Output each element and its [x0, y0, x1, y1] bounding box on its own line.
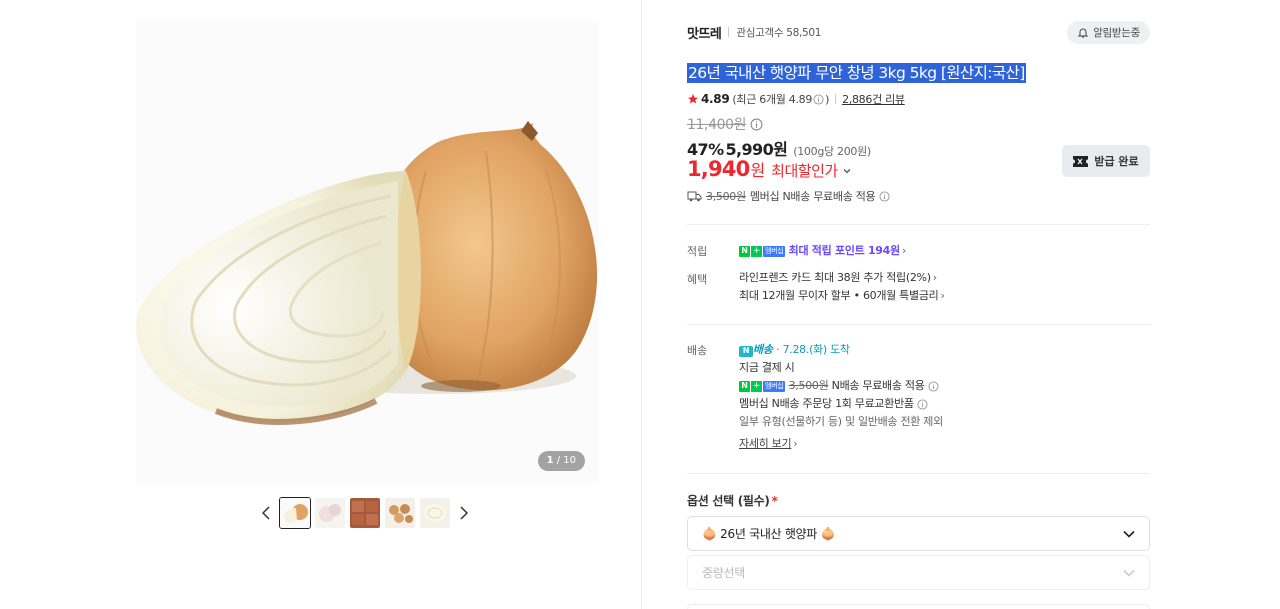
max-discount-won: 원: [750, 161, 766, 180]
chevron-right-icon: [460, 505, 468, 520]
bell-icon: [1077, 28, 1089, 37]
review-count-link[interactable]: 2,886건 리뷰: [842, 91, 905, 107]
shipping-fee-original: 3,500원: [706, 190, 746, 203]
plus-icon: +: [751, 380, 762, 392]
info-icon[interactable]: [813, 93, 824, 105]
column-divider: [641, 0, 642, 609]
next-image-button[interactable]: [454, 497, 474, 529]
separator: [728, 27, 730, 37]
rating-row: 4.89 (최근 6개월 4.89 ) 2,886건 리뷰: [687, 89, 905, 109]
option-select-weight[interactable]: 중량선택: [687, 555, 1150, 590]
delivery-more-row[interactable]: 자세히 보기 ›: [739, 435, 943, 453]
onion-photo: [136, 21, 598, 483]
image-counter: 1 / 10: [537, 451, 585, 471]
max-discount-price: 1,940: [687, 157, 750, 181]
section-divider: [687, 324, 1150, 325]
product-page: 1 / 10 맛뜨레 관심고객수 58,501 알림받는중 26년 국내산 햇양…: [0, 0, 1280, 609]
chevron-left-icon: [262, 505, 270, 520]
delivery-info: N 배송 · 7.28.(화) 도착 지금 결제 시 N + 멤버십 3,500원 N…: [739, 341, 943, 453]
arrival-date: 7.28.(화) 도착: [782, 343, 850, 356]
thumbnail-5[interactable]: [419, 497, 451, 529]
delivery-free-note: N배송 무료배송 적용: [831, 379, 925, 392]
thumbnail-3[interactable]: [349, 497, 381, 529]
n-delivery-icon: N: [739, 345, 753, 357]
n-delivery-badge: N 배송: [739, 343, 776, 357]
coupon-button-label: 받급 완료: [1094, 155, 1139, 168]
notification-toggle-button[interactable]: 알림받는중: [1067, 21, 1150, 44]
info-icon[interactable]: [879, 190, 890, 202]
coupon-download-button[interactable]: 받급 완료: [1062, 145, 1150, 177]
plus-icon: +: [751, 245, 762, 257]
delivery-line1: 지금 결제 시: [739, 361, 795, 374]
option-label: 옵션 선택 (필수) *: [687, 494, 778, 508]
rating-detail-end: ): [825, 92, 830, 106]
thumbnail-4[interactable]: [384, 497, 416, 529]
delivery-arrival-row: N 배송 · 7.28.(화) 도착: [739, 341, 943, 359]
notification-toggle-label: 알림받는중: [1093, 27, 1140, 39]
chevron-right-icon: ›: [901, 244, 906, 257]
delivery-fee-original: 3,500원: [788, 379, 829, 392]
benefit-label: 혜택: [687, 273, 708, 286]
shipping-fee-row: 3,500원 멤버십 N배송 무료배송 적용: [687, 188, 890, 204]
thumbnail-1[interactable]: [279, 496, 311, 529]
chevron-right-icon: ›: [793, 437, 798, 450]
store-name-link[interactable]: 맛뜨레: [687, 23, 722, 42]
delivery-line4: 일부 유형(선물하기 등) 및 일반배송 전환 제외: [739, 415, 943, 428]
main-product-image[interactable]: 1 / 10: [136, 21, 598, 483]
prev-image-button[interactable]: [256, 497, 276, 529]
thumbnail-2[interactable]: [314, 497, 346, 529]
info-icon[interactable]: [917, 398, 928, 410]
membership-tag: 멤버십: [763, 245, 786, 257]
truck-icon: [687, 191, 702, 201]
max-discount-row[interactable]: 1,940 원 최대할인가: [687, 157, 852, 181]
original-price-value: 11,400원: [687, 117, 747, 133]
chevron-right-icon: ›: [940, 289, 945, 302]
option-select-variety[interactable]: 🧅 26년 국내산 햇양파 🧅: [687, 516, 1150, 551]
shipping-note: 멤버십 N배송 무료배송 적용: [749, 190, 876, 203]
naver-n-icon: N: [739, 380, 750, 392]
thumbnail-strip: [256, 496, 474, 529]
chevron-right-icon: ›: [932, 271, 937, 284]
benefit-list: 라인프렌즈 카드 최대 38원 추가 적립(2%) › 최대 12개월 무이자 할…: [739, 269, 945, 305]
delivery-line3: 멤버십 N배송 주문당 1회 무료교환반품: [739, 395, 943, 413]
option-select-value: 🧅 26년 국내산 햇양파 🧅: [702, 527, 836, 541]
info-icon[interactable]: [928, 380, 939, 392]
section-divider: [687, 473, 1150, 474]
benefit-installment-item[interactable]: 최대 12개월 무이자 할부 • 60개월 특별금리 ›: [739, 287, 945, 305]
benefit-card-item[interactable]: 라인프렌즈 카드 최대 38원 추가 적립(2%) ›: [739, 269, 945, 287]
separator: [835, 94, 837, 104]
option-select-placeholder: 중량선택: [702, 566, 745, 580]
naver-membership-badge: N + 멤버십: [739, 245, 786, 257]
info-icon[interactable]: [750, 118, 763, 131]
points-label: 적립: [687, 245, 708, 258]
coupon-icon: [1073, 155, 1089, 167]
option-select-partial[interactable]: [687, 604, 1150, 609]
naver-n-icon: N: [739, 245, 750, 257]
chevron-down-icon: [1123, 569, 1135, 577]
store-row: 맛뜨레 관심고객수 58,501 알림받는중: [687, 21, 1150, 44]
points-row[interactable]: N + 멤버십 최대 적립 포인트 194원 ›: [739, 242, 906, 260]
max-discount-label: 최대할인가: [771, 162, 838, 180]
chevron-down-icon: [843, 169, 851, 174]
store-fans-count: 관심고객수 58,501: [736, 26, 822, 39]
rating-detail: (최근 6개월 4.89: [732, 93, 813, 106]
star-icon: [688, 94, 698, 104]
membership-tag: 멤버십: [763, 380, 786, 392]
product-title: 26년 국내산 햇양파 무안 창녕 3kg 5kg [원산지:국산]: [687, 63, 1026, 83]
naver-membership-badge: N + 멤버십: [739, 380, 786, 392]
chevron-down-icon: [1123, 530, 1135, 538]
original-price: 11,400원: [687, 114, 763, 134]
section-divider: [687, 224, 1150, 225]
rating-score: 4.89: [701, 92, 730, 106]
delivery-more-link[interactable]: 자세히 보기: [739, 437, 792, 450]
delivery-line2: N + 멤버십 3,500원 N배송 무료배송 적용: [739, 377, 943, 395]
points-text: 최대 적립 포인트 194원: [788, 244, 901, 257]
delivery-label: 배송: [687, 344, 708, 357]
